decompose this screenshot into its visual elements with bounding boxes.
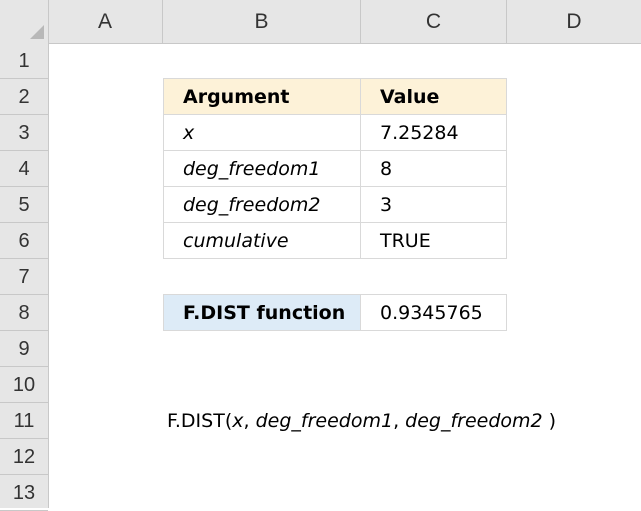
row-header-3[interactable]: 3 — [0, 115, 48, 151]
formula-syntax[interactable]: F.DIST(x, deg_freedom1, deg_freedom2 ) — [167, 403, 556, 439]
formula-arg-x: x — [232, 410, 244, 432]
row-header-12[interactable]: 12 — [0, 439, 48, 475]
row-header-7[interactable]: 7 — [0, 259, 48, 295]
formula-arg-deg-freedom2: deg_freedom2 — [405, 410, 543, 432]
column-header-bar: A B C D — [0, 0, 641, 44]
row-header-9[interactable]: 9 — [0, 331, 48, 367]
table-header-argument[interactable]: Argument — [163, 78, 361, 115]
row-header-bar: 1 2 3 4 5 6 7 8 9 10 11 12 13 — [0, 43, 49, 511]
row-header-10[interactable]: 10 — [0, 367, 48, 403]
argument-cell[interactable]: deg_freedom1 — [163, 150, 361, 187]
formula-arg-deg-freedom1: deg_freedom1 — [255, 410, 394, 432]
formula-suffix: ) — [542, 410, 557, 432]
formula-separator: , — [243, 410, 256, 432]
row-header-5[interactable]: 5 — [0, 187, 48, 223]
row-header-13[interactable]: 13 — [0, 475, 48, 511]
formula-separator: , — [393, 410, 406, 432]
row-header-11[interactable]: 11 — [0, 403, 48, 439]
result-value-cell[interactable]: 0.9345765 — [360, 294, 507, 331]
column-header-d[interactable]: D — [507, 0, 641, 43]
column-header-c[interactable]: C — [361, 0, 507, 43]
spreadsheet: A B C D 1 2 3 4 5 6 7 8 9 10 11 12 13 Ar… — [0, 0, 641, 511]
column-header-a[interactable]: A — [48, 0, 163, 43]
select-all-triangle-icon — [30, 25, 44, 39]
column-header-b[interactable]: B — [163, 0, 361, 43]
argument-cell[interactable]: x — [163, 114, 361, 151]
value-cell[interactable]: 7.25284 — [360, 114, 507, 151]
result-label-cell[interactable]: F.DIST function — [163, 294, 361, 331]
value-cell[interactable]: 8 — [360, 150, 507, 187]
formula-prefix: F.DIST( — [167, 410, 233, 432]
row-header-4[interactable]: 4 — [0, 151, 48, 187]
row-header-1[interactable]: 1 — [0, 43, 48, 79]
value-cell[interactable]: 3 — [360, 186, 507, 223]
table-header-value[interactable]: Value — [360, 78, 507, 115]
row-header-8[interactable]: 8 — [0, 295, 48, 331]
row-header-6[interactable]: 6 — [0, 223, 48, 259]
argument-cell[interactable]: deg_freedom2 — [163, 186, 361, 223]
select-all-corner[interactable] — [0, 0, 49, 43]
argument-cell[interactable]: cumulative — [163, 222, 361, 259]
value-cell[interactable]: TRUE — [360, 222, 507, 259]
row-header-2[interactable]: 2 — [0, 79, 48, 115]
